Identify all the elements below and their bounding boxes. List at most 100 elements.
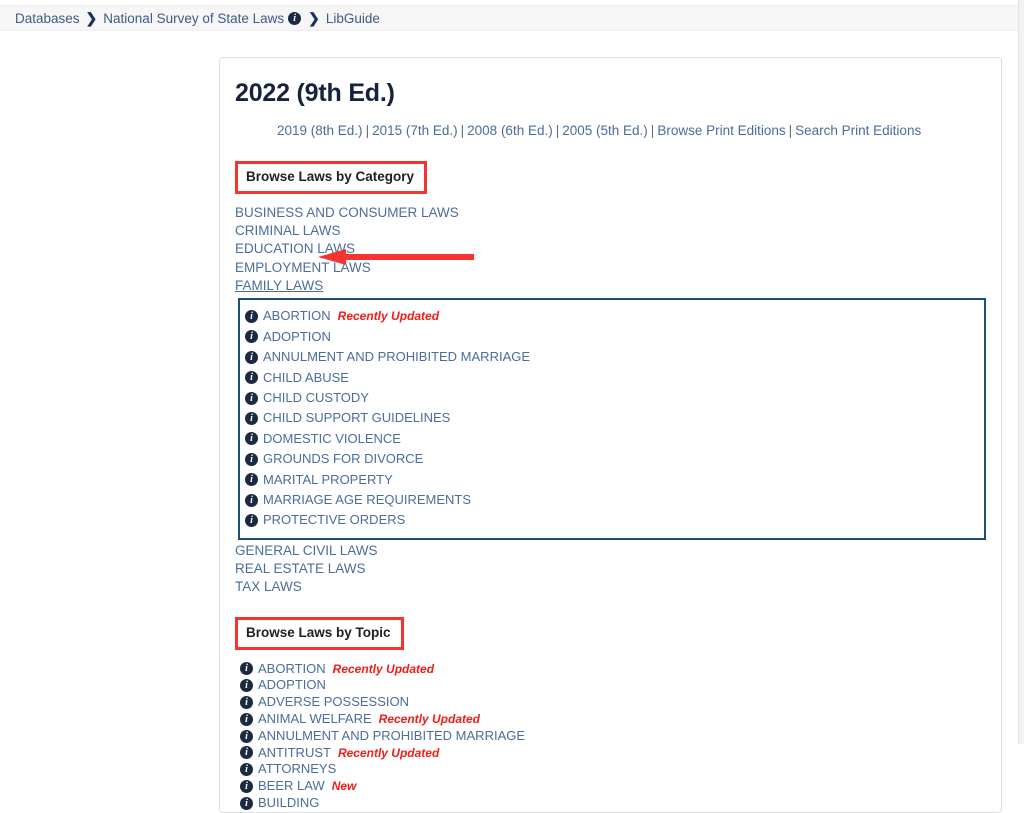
category-item-business-and-consumer-laws[interactable]: BUSINESS AND CONSUMER LAWS — [235, 204, 459, 222]
info-icon[interactable]: i — [245, 473, 258, 487]
list-item[interactable]: i MARRIAGE AGE REQUIREMENTS — [245, 490, 984, 510]
topic-item-adverse-possession[interactable]: ADVERSE POSSESSION — [258, 694, 409, 711]
list-item[interactable]: i PROTECTIVE ORDERS — [245, 510, 984, 530]
info-icon[interactable]: i — [240, 763, 253, 777]
topic-item-building[interactable]: BUILDING — [258, 795, 319, 812]
info-icon[interactable]: i — [240, 679, 253, 693]
page-scrollbar-gutter[interactable] — [1018, 0, 1024, 744]
list-item[interactable]: i ANNULMENT AND PROHIBITED MARRIAGE — [245, 347, 984, 367]
list-item[interactable]: i CHILD ABUSE — [245, 368, 984, 388]
search-print-editions-link[interactable]: Search Print Editions — [795, 123, 921, 138]
sublist-item-marital-property[interactable]: MARITAL PROPERTY — [263, 470, 393, 490]
info-icon[interactable]: i — [245, 310, 258, 324]
edition-link-2005[interactable]: 2005 (5th Ed.) — [562, 123, 648, 138]
info-icon[interactable]: i — [245, 371, 258, 385]
separator: | — [650, 123, 655, 138]
category-list: BUSINESS AND CONSUMER LAWS CRIMINAL LAWS… — [235, 204, 987, 295]
info-icon[interactable]: i — [240, 712, 253, 726]
status-badge: Recently Updated — [378, 711, 481, 726]
info-icon[interactable]: i — [240, 780, 253, 794]
info-icon[interactable]: i — [245, 513, 258, 527]
status-badge: New — [331, 779, 357, 794]
list-item[interactable]: i ANIMAL WELFARE Recently Updated — [240, 711, 987, 728]
edition-link-2019[interactable]: 2019 (8th Ed.) — [277, 123, 363, 138]
list-item[interactable]: i ADOPTION — [245, 327, 984, 347]
annotation-box-category: Browse Laws by Category — [235, 160, 428, 194]
sublist-item-child-support-guidelines[interactable]: CHILD SUPPORT GUIDELINES — [263, 408, 450, 428]
topic-item-adoption[interactable]: ADOPTION — [258, 677, 326, 694]
category-item-family-laws[interactable]: FAMILY LAWS — [235, 277, 323, 295]
info-icon[interactable]: i — [245, 391, 258, 405]
topic-item-abortion[interactable]: ABORTION — [258, 661, 326, 678]
info-icon[interactable]: i — [245, 412, 258, 426]
sublist-item-protective-orders[interactable]: PROTECTIVE ORDERS — [263, 510, 405, 530]
list-item[interactable]: i BUILDING — [240, 795, 987, 812]
topic-item-annulment-and-prohibited-marriage[interactable]: ANNULMENT AND PROHIBITED MARRIAGE — [258, 728, 525, 745]
separator: | — [555, 123, 560, 138]
info-icon[interactable]: i — [245, 432, 258, 446]
list-item[interactable]: i DOMESTIC VIOLENCE — [245, 429, 984, 449]
list-item[interactable]: i ADOPTION — [240, 677, 987, 694]
list-item[interactable]: i ANTITRUST Recently Updated — [240, 745, 987, 762]
list-item[interactable]: i ATTORNEYS — [240, 761, 987, 778]
breadcrumb-item-databases[interactable]: Databases — [15, 11, 80, 26]
section-heading-topic: Browse Laws by Topic — [246, 624, 391, 640]
sublist-item-domestic-violence[interactable]: DOMESTIC VIOLENCE — [263, 429, 401, 449]
category-item-education-laws[interactable]: EDUCATION LAWS — [235, 240, 355, 258]
list-item[interactable]: i CHILD SUPPORT GUIDELINES — [245, 408, 984, 428]
info-icon[interactable]: i — [245, 452, 258, 466]
family-laws-sublist: i ABORTION Recently Updated i ADOPTION i… — [238, 298, 986, 540]
info-icon[interactable]: i — [240, 729, 253, 743]
breadcrumb-item-libguide[interactable]: LibGuide — [326, 11, 380, 26]
category-item-employment-laws[interactable]: EMPLOYMENT LAWS — [235, 259, 371, 277]
sublist-item-adoption[interactable]: ADOPTION — [263, 327, 331, 347]
browse-print-editions-link[interactable]: Browse Print Editions — [657, 123, 785, 138]
info-icon[interactable]: i — [240, 662, 253, 676]
edition-link-2008[interactable]: 2008 (6th Ed.) — [467, 123, 553, 138]
info-icon[interactable]: i — [240, 746, 253, 760]
list-item[interactable]: i MARITAL PROPERTY — [245, 470, 984, 490]
edition-link-2015[interactable]: 2015 (7th Ed.) — [372, 123, 458, 138]
list-item[interactable]: i BEER LAW New — [240, 778, 987, 795]
status-badge: Recently Updated — [337, 309, 440, 324]
page-title: 2022 (9th Ed.) — [235, 79, 395, 107]
info-icon[interactable]: i — [245, 330, 258, 344]
section-heading-category: Browse Laws by Category — [246, 168, 415, 184]
list-item[interactable]: i ADVERSE POSSESSION — [240, 694, 987, 711]
list-item[interactable]: i ABORTION Recently Updated — [245, 306, 984, 326]
annotation-box-topic: Browse Laws by Topic — [235, 616, 404, 650]
category-item-criminal-laws[interactable]: CRIMINAL LAWS — [235, 222, 341, 240]
sublist-item-child-custody[interactable]: CHILD CUSTODY — [263, 388, 369, 408]
topic-item-attorneys[interactable]: ATTORNEYS — [258, 761, 336, 778]
sublist-item-annulment-and-prohibited-marriage[interactable]: ANNULMENT AND PROHIBITED MARRIAGE — [263, 347, 530, 367]
info-icon[interactable]: i — [288, 11, 302, 25]
chevron-right-icon: ❯ — [85, 10, 98, 26]
status-badge: Recently Updated — [332, 661, 435, 676]
list-item[interactable]: i GROUNDS FOR DIVORCE — [245, 449, 984, 469]
info-icon[interactable]: i — [240, 696, 253, 710]
category-heading-row: Browse Laws by Category — [235, 160, 987, 194]
sublist-item-marriage-age-requirements[interactable]: MARRIAGE AGE REQUIREMENTS — [263, 490, 471, 510]
sublist-item-abortion[interactable]: ABORTION — [263, 306, 331, 326]
topic-item-beer-law[interactable]: BEER LAW — [258, 778, 325, 795]
info-icon[interactable]: i — [245, 350, 258, 364]
topic-item-antitrust[interactable]: ANTITRUST — [258, 745, 331, 762]
list-item[interactable]: i ABORTION Recently Updated — [240, 661, 987, 678]
category-item-real-estate-laws[interactable]: REAL ESTATE LAWS — [235, 560, 366, 578]
category-list-continued: GENERAL CIVIL LAWS REAL ESTATE LAWS TAX … — [235, 542, 987, 597]
info-icon[interactable]: i — [245, 493, 258, 507]
info-icon[interactable]: i — [240, 796, 253, 810]
category-item-tax-laws[interactable]: TAX LAWS — [235, 578, 302, 596]
list-item[interactable]: i ANNULMENT AND PROHIBITED MARRIAGE — [240, 728, 987, 745]
chevron-right-icon: ❯ — [308, 10, 320, 26]
topic-item-animal-welfare[interactable]: ANIMAL WELFARE — [258, 711, 372, 728]
topic-heading-row: Browse Laws by Topic — [235, 616, 987, 650]
sublist-item-grounds-for-divorce[interactable]: GROUNDS FOR DIVORCE — [263, 449, 423, 469]
category-item-general-civil-laws[interactable]: GENERAL CIVIL LAWS — [235, 542, 378, 560]
sublist-item-child-abuse[interactable]: CHILD ABUSE — [263, 368, 349, 388]
breadcrumb-item-national-survey[interactable]: National Survey of State Laws — [103, 11, 284, 26]
status-badge: Recently Updated — [337, 745, 440, 760]
list-item[interactable]: i CHILD CUSTODY — [245, 388, 984, 408]
edition-links: 2019 (8th Ed.) | 2015 (7th Ed.) | 2008 (6th … — [235, 122, 987, 141]
content-card: 2022 (9th Ed.) 2019 (8th Ed.) | 2015 (7th … — [219, 57, 1002, 813]
